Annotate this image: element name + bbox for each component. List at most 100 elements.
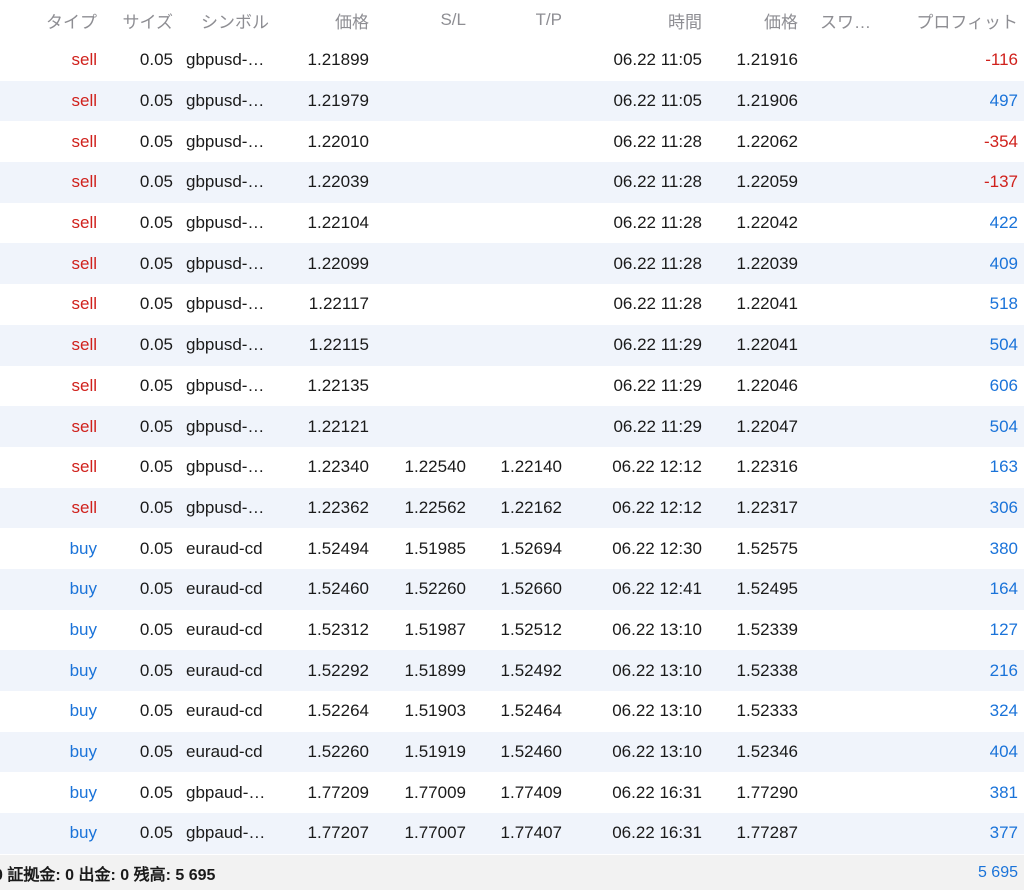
table-row[interactable]: buy 0.05 euraud-cd 1.52264 1.51903 1.52464 06.… [0,691,1024,732]
trade-type: sell [71,253,97,273]
open-price: 1.22039 [307,172,369,192]
trade-time: 06.22 12:12 [612,497,702,517]
trade-symbol: euraud-cd [186,579,263,599]
table-row[interactable]: sell 0.05 gbpusd-… 1.22010 06.22 11:28 1.2206… [0,121,1024,163]
profit-value: 606 [989,375,1018,395]
trade-symbol: gbpusd-… [186,172,265,192]
trade-time: 06.22 11:28 [613,131,702,151]
header-profit[interactable]: プロフィット [916,8,1018,33]
close-price: 1.21916 [736,50,798,70]
stop-loss: 1.52260 [404,579,466,599]
trade-size: 0.05 [139,742,173,762]
trade-type: sell [71,213,97,233]
trade-symbol: gbpusd-… [186,294,265,314]
close-price: 1.22042 [736,213,798,233]
trade-type: buy [69,660,97,680]
open-price: 1.22099 [307,253,369,273]
close-price: 1.52333 [736,701,798,721]
trade-symbol: gbpusd-… [186,253,265,273]
header-symbol[interactable]: シンボル [201,8,291,33]
trade-symbol: euraud-cd [186,619,263,639]
take-profit: 1.52460 [500,742,562,762]
trade-size: 0.05 [139,172,173,192]
profit-value: -116 [985,50,1018,70]
trade-time: 06.22 11:05 [613,91,702,111]
take-profit: 1.52694 [500,538,562,558]
table-row[interactable]: sell 0.05 gbpusd-… 1.22362 1.22562 1.22162 06.… [0,487,1024,529]
trade-type: buy [69,619,97,639]
take-profit: 1.22140 [500,457,562,477]
table-row[interactable]: buy 0.05 gbpaud-… 1.77209 1.77009 1.77409 06.2… [0,772,1024,814]
trade-symbol: gbpusd-… [186,457,265,477]
trade-history-table: タイプ サイズ シンボル 価格 S/L T/P 時間 価格 スワ… プロフィット… [0,0,1024,854]
take-profit: 1.52492 [500,660,562,680]
table-row[interactable]: buy 0.05 gbpaud-… 1.77207 1.77007 1.77407 06.2… [0,813,1024,854]
trade-type: buy [69,823,97,843]
table-row[interactable]: buy 0.05 euraud-cd 1.52292 1.51899 1.52492 06.… [0,650,1024,691]
trade-size: 0.05 [139,131,173,151]
trade-type: sell [71,172,97,192]
table-row[interactable]: sell 0.05 gbpusd-… 1.22104 06.22 11:28 1.2204… [0,202,1024,244]
trade-type: sell [71,294,97,314]
table-row[interactable]: buy 0.05 euraud-cd 1.52460 1.52260 1.52660 06.… [0,568,1024,610]
trade-type: sell [71,91,97,111]
table-row[interactable]: buy 0.05 euraud-cd 1.52260 1.51919 1.52460 06.… [0,731,1024,773]
trade-size: 0.05 [139,619,173,639]
trade-symbol: gbpusd-… [186,213,265,233]
header-swap[interactable]: スワ… [820,8,878,33]
stop-loss: 1.77009 [404,782,466,802]
trade-symbol: gbpaud-… [186,782,266,802]
close-price: 1.52346 [736,742,798,762]
stop-loss: 1.51919 [404,742,466,762]
open-price: 1.22104 [307,213,369,233]
trade-time: 06.22 11:28 [613,253,702,273]
table-row[interactable]: sell 0.05 gbpusd-… 1.22340 1.22540 1.22140 06.… [0,446,1024,488]
trade-size: 0.05 [139,91,173,111]
table-row[interactable]: sell 0.05 gbpusd-… 1.22121 06.22 11:29 1.2204… [0,406,1024,447]
table-row[interactable]: buy 0.05 euraud-cd 1.52312 1.51987 1.52512 06.… [0,609,1024,651]
header-price[interactable]: 価格 [335,8,369,33]
table-row[interactable]: sell 0.05 gbpusd-… 1.22115 06.22 11:29 1.2204… [0,324,1024,366]
open-price: 1.22121 [307,416,369,436]
header-sl[interactable]: S/L [440,10,466,30]
trade-type: sell [71,416,97,436]
close-price: 1.22317 [736,497,798,517]
trade-time: 06.22 13:10 [612,701,702,721]
trade-size: 0.05 [139,335,173,355]
table-row[interactable]: sell 0.05 gbpusd-… 1.22039 06.22 11:28 1.2205… [0,162,1024,203]
header-time[interactable]: 時間 [668,8,702,33]
close-price: 1.52575 [736,538,798,558]
table-row[interactable]: sell 0.05 gbpusd-… 1.21979 06.22 11:05 1.2190… [0,80,1024,122]
header-size[interactable]: サイズ [123,8,174,33]
stop-loss: 1.51903 [404,701,466,721]
trade-size: 0.05 [139,50,173,70]
profit-value: 163 [989,457,1018,477]
header-close-price[interactable]: 価格 [764,8,798,33]
trade-type: buy [69,742,97,762]
header-tp[interactable]: T/P [536,10,562,30]
open-price: 1.52292 [307,660,369,680]
total-profit: 5 695 [977,863,1018,881]
trade-size: 0.05 [139,782,173,802]
table-header: タイプ サイズ シンボル 価格 S/L T/P 時間 価格 スワ… プロフィット [0,0,1024,40]
trade-symbol: gbpusd-… [186,91,265,111]
trade-size: 0.05 [139,375,173,395]
stop-loss: 1.51985 [404,538,466,558]
table-row[interactable]: sell 0.05 gbpusd-… 1.22099 06.22 11:28 1.2203… [0,243,1024,285]
profit-value: 127 [989,619,1018,639]
table-row[interactable]: sell 0.05 gbpusd-… 1.22117 06.22 11:28 1.2204… [0,284,1024,325]
trade-type: buy [69,782,97,802]
profit-value: 306 [989,497,1018,517]
open-price: 1.52312 [307,619,369,639]
trade-size: 0.05 [139,416,173,436]
header-type[interactable]: タイプ [46,8,97,33]
table-row[interactable]: sell 0.05 gbpusd-… 1.21899 06.22 11:05 1.2191… [0,40,1024,81]
close-price: 1.52338 [736,660,798,680]
close-price: 1.22062 [736,131,798,151]
trade-type: sell [71,375,97,395]
table-row[interactable]: sell 0.05 gbpusd-… 1.22135 06.22 11:29 1.2204… [0,365,1024,407]
trade-type: sell [71,497,97,517]
open-price: 1.52460 [307,579,369,599]
stop-loss: 1.22540 [404,457,466,477]
table-row[interactable]: buy 0.05 euraud-cd 1.52494 1.51985 1.52694 06.… [0,528,1024,569]
